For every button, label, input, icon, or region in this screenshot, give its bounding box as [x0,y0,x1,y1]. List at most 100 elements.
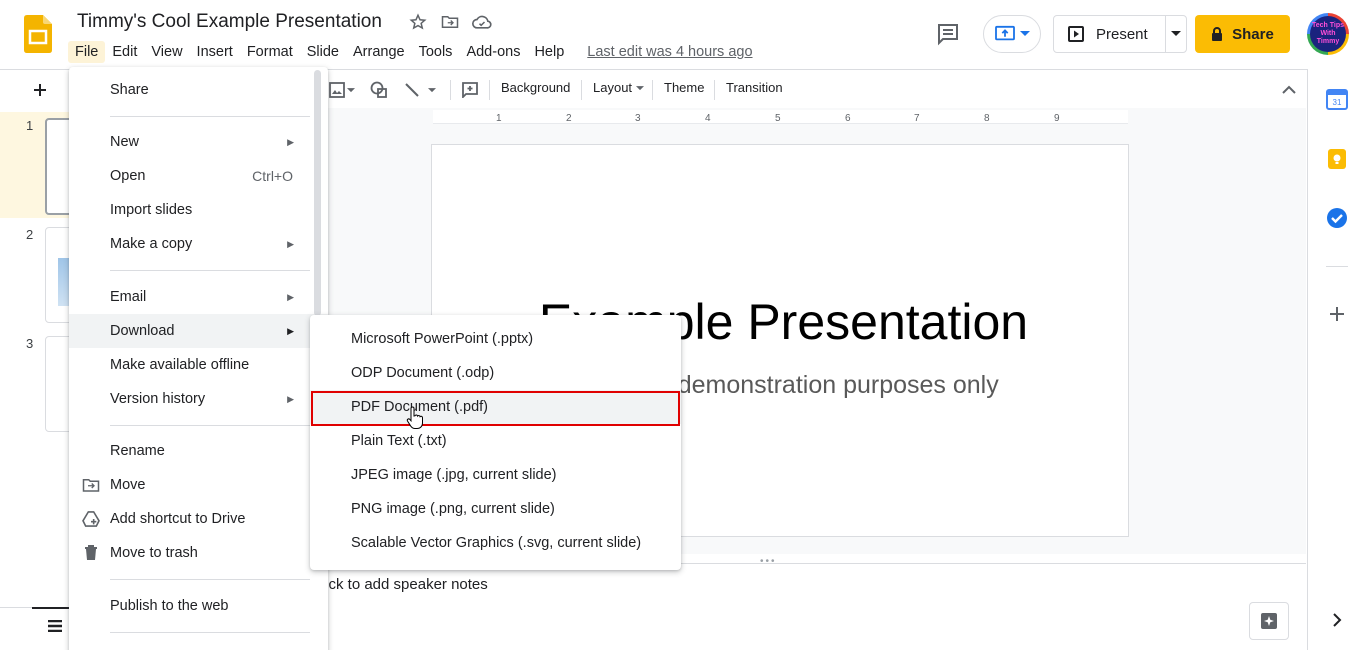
menu-divider [110,632,310,633]
download-svg[interactable]: Scalable Vector Graphics (.svg, current … [310,526,681,560]
file-menu-label: Share [110,82,149,98]
slide-number: 3 [26,336,34,351]
present-button[interactable]: Present [1054,16,1166,52]
explore-icon [1261,613,1277,629]
star-icon[interactable] [408,12,428,32]
download-option-label: Plain Text (.txt) [351,433,447,449]
present-options-button[interactable] [1166,31,1186,37]
download-option-label: ODP Document (.odp) [351,365,495,381]
menu-file[interactable]: File [68,41,106,63]
ruler-tick: 4 [705,113,711,124]
file-menu-label: Add shortcut to Drive [110,511,246,527]
last-edit-link[interactable]: Last edit was 4 hours ago [587,44,752,60]
menu-arrange[interactable]: Arrange [346,41,412,63]
submenu-arrow-icon: ▶ [287,325,294,336]
file-menu-label: Download [110,323,175,339]
menu-format[interactable]: Format [240,41,300,63]
file-menu-rename[interactable]: Rename [69,434,328,468]
add-addon-icon[interactable] [1326,303,1348,325]
tasks-icon[interactable] [1326,207,1348,229]
file-menu-label: Publish to the web [110,598,229,614]
file-menu-new[interactable]: New ▶ [69,125,328,159]
menu-divider [110,270,310,271]
share-button[interactable]: Share [1195,15,1290,53]
meet-present-button[interactable] [983,15,1041,53]
ruler-tick: 9 [1054,113,1060,124]
side-panel-divider [1326,266,1348,267]
ruler-tick: 6 [845,113,851,124]
line-icon[interactable] [401,79,423,101]
file-menu-label: Version history [110,391,206,407]
chevron-up-icon[interactable] [1279,80,1299,100]
explore-button[interactable] [1249,602,1289,640]
add-comment-icon[interactable] [459,79,481,101]
document-title[interactable]: Timmy's Cool Example Presentation [77,11,382,33]
file-menu-publish-to-web[interactable]: Publish to the web [69,589,328,623]
notes-resize-handle[interactable]: ••• [760,556,777,567]
download-pptx[interactable]: Microsoft PowerPoint (.pptx) [310,322,681,356]
download-odp[interactable]: ODP Document (.odp) [310,356,681,390]
keep-icon[interactable] [1326,148,1348,170]
menu-edit[interactable]: Edit [105,41,144,63]
menu-help[interactable]: Help [527,41,571,63]
file-menu-label: Move [110,477,146,493]
file-menu-make-available-offline[interactable]: Make available offline [69,348,328,382]
shape-icon[interactable] [368,79,390,101]
present-label: Present [1096,25,1148,43]
list-view-icon[interactable] [47,620,63,632]
file-menu-open[interactable]: Open Ctrl+O [69,159,328,193]
menu-view[interactable]: View [144,41,189,63]
move-folder-icon[interactable] [440,12,460,32]
file-menu-move-to-trash[interactable]: Move to trash [69,536,328,570]
file-menu-version-history[interactable]: Version history ▶ [69,382,328,416]
file-menu-download[interactable]: Download ▶ [69,314,328,348]
file-menu-add-shortcut[interactable]: Add shortcut to Drive [69,502,328,536]
file-menu-share[interactable]: Share [69,73,328,107]
menu-insert[interactable]: Insert [190,41,240,63]
chevron-down-icon[interactable] [344,79,358,101]
comment-history-icon[interactable] [935,22,961,46]
ruler-tick: 2 [566,113,572,124]
transition-button[interactable]: Transition [726,80,783,95]
toolbar-divider [450,80,451,100]
file-menu-make-a-copy[interactable]: Make a copy ▶ [69,227,328,261]
slide-number: 2 [26,227,34,242]
download-txt[interactable]: Plain Text (.txt) [310,424,681,458]
download-jpg[interactable]: JPEG image (.jpg, current slide) [310,458,681,492]
menu-tools[interactable]: Tools [412,41,460,63]
ruler-tick: 3 [635,113,641,124]
layout-label: Layout [593,80,633,95]
new-slide-icon[interactable] [29,79,51,101]
avatar-logo: Tech Tips With Timmy [1310,16,1346,52]
account-avatar[interactable]: Tech Tips With Timmy [1307,13,1349,55]
ruler-tick: 1 [496,113,502,124]
menu-slide[interactable]: Slide [300,41,346,63]
file-menu-import-slides[interactable]: Import slides [69,193,328,227]
menu-scrollbar[interactable] [314,70,321,316]
toolbar-divider [652,80,653,100]
submenu-arrow-icon: ▶ [287,238,294,249]
file-menu-label: Make available offline [110,357,250,373]
menu-add-ons[interactable]: Add-ons [459,41,527,63]
cloud-status-icon[interactable] [472,12,492,32]
download-png[interactable]: PNG image (.png, current slide) [310,492,681,526]
chevron-right-icon[interactable] [1326,609,1348,631]
chevron-down-icon[interactable] [425,79,439,101]
file-menu-label: Open [110,168,146,184]
slides-logo-icon[interactable] [24,15,52,53]
horizontal-ruler: 1 2 3 4 5 6 7 8 9 [433,110,1128,124]
present-icon [1068,26,1084,42]
ruler-tick: 8 [984,113,990,124]
calendar-icon[interactable]: 31 [1326,88,1348,110]
file-menu-move[interactable]: Move [69,468,328,502]
background-button[interactable]: Background [501,80,570,95]
present-button-group: Present [1053,15,1187,53]
file-menu: Share New ▶ Open Ctrl+O Import slides Make… [69,67,328,650]
theme-button[interactable]: Theme [664,80,704,95]
chevron-down-icon [1020,31,1030,36]
speaker-notes[interactable]: Click to add speaker notes [311,576,488,593]
chevron-down-icon [1171,31,1181,36]
layout-button[interactable]: Layout [593,80,644,95]
svg-text:31: 31 [1333,98,1342,107]
file-menu-email[interactable]: Email ▶ [69,280,328,314]
